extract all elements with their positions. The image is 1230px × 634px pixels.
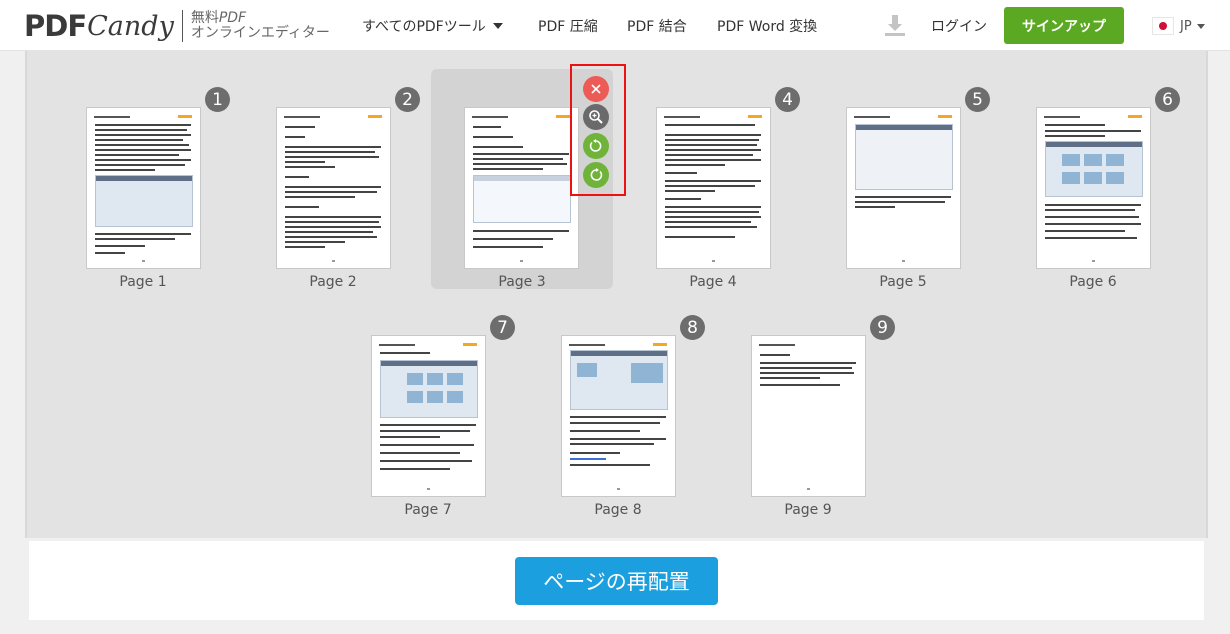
page-thumbnail[interactable] xyxy=(86,107,201,269)
rotate-right-icon xyxy=(590,168,603,181)
page-number-badge: 6 xyxy=(1155,87,1180,112)
rotate-left-button[interactable] xyxy=(583,133,609,159)
tagline-editor: オンラインエディター xyxy=(190,25,330,41)
zoom-page-button[interactable] xyxy=(583,104,609,130)
action-panel: ページの再配置 xyxy=(29,541,1204,620)
logo[interactable]: PDF Candy 無料PDF オンラインエディター xyxy=(24,8,330,44)
page-number-badge: 9 xyxy=(870,315,895,340)
logo-pdf-text: PDF xyxy=(24,9,87,43)
rotate-right-button[interactable] xyxy=(583,162,609,188)
nav-merge-link[interactable]: PDF 結合 xyxy=(627,0,687,51)
page-label: Page 4 xyxy=(689,274,737,290)
logo-tagline: 無料PDF オンラインエディター xyxy=(191,11,330,41)
page-thumbnail[interactable] xyxy=(371,335,486,497)
page-card-9[interactable]: 9 Page 9 xyxy=(698,297,895,518)
page-card-4[interactable]: 4 Page 4 xyxy=(603,69,800,290)
nav-word-link[interactable]: PDF Word 変換 xyxy=(717,0,817,51)
nav-compress-link[interactable]: PDF 圧縮 xyxy=(538,0,598,51)
logo-divider xyxy=(181,10,183,42)
page-label: Page 5 xyxy=(879,274,927,290)
signup-button[interactable]: サインアップ xyxy=(1004,7,1124,44)
chevron-down-icon xyxy=(492,22,503,29)
page-thumbnail[interactable] xyxy=(1036,107,1151,269)
page-thumbnail[interactable] xyxy=(656,107,771,269)
chevron-down-icon xyxy=(1196,23,1205,29)
page-thumbnail[interactable] xyxy=(464,107,579,269)
login-link[interactable]: ログイン xyxy=(931,0,987,51)
nav-all-tools-label: すべてのPDFツール xyxy=(362,18,486,35)
page-3-tools xyxy=(570,64,626,196)
page-card-2[interactable]: 2 Page 2 xyxy=(223,69,420,290)
logo-candy-text: Candy xyxy=(87,10,174,42)
page-label: Page 9 xyxy=(784,502,832,518)
page-thumbnail[interactable] xyxy=(751,335,866,497)
page-thumbnail[interactable] xyxy=(561,335,676,497)
page-label: Page 1 xyxy=(119,274,167,290)
page-card-7[interactable]: 7 Page 7 xyxy=(318,297,515,518)
japan-flag-icon xyxy=(1152,17,1174,35)
page-card-6[interactable]: 6 Page 6 xyxy=(983,69,1180,290)
tagline-pdf: PDF xyxy=(218,10,247,26)
language-code: JP xyxy=(1180,18,1192,34)
download-icon[interactable] xyxy=(883,13,907,37)
page-margin xyxy=(0,51,25,634)
rearrange-pages-button[interactable]: ページの再配置 xyxy=(515,557,718,605)
page-thumbnail[interactable] xyxy=(276,107,391,269)
language-selector[interactable]: JP xyxy=(1152,15,1205,37)
close-icon xyxy=(591,84,601,94)
top-header: PDF Candy 無料PDF オンラインエディター すべてのPDFツール PD… xyxy=(0,0,1230,51)
page-label: Page 8 xyxy=(594,502,642,518)
zoom-in-icon xyxy=(589,110,603,124)
page-label: Page 6 xyxy=(1069,274,1117,290)
delete-page-button[interactable] xyxy=(583,76,609,102)
page-number-badge: 2 xyxy=(395,87,420,112)
page-card-5[interactable]: 5 Page 5 xyxy=(793,69,990,290)
page-label: Page 7 xyxy=(404,502,452,518)
page-card-8[interactable]: 8 Page 8 xyxy=(508,297,705,518)
page-label: Page 3 xyxy=(498,274,546,290)
nav-all-tools-dropdown[interactable]: すべてのPDFツール xyxy=(362,0,503,51)
page-thumbnail[interactable] xyxy=(846,107,961,269)
rotate-left-icon xyxy=(589,139,602,152)
page-label: Page 2 xyxy=(309,274,357,290)
tagline-free: 無料 xyxy=(190,10,219,26)
page-card-1[interactable]: 1 Page 1 xyxy=(33,69,230,290)
